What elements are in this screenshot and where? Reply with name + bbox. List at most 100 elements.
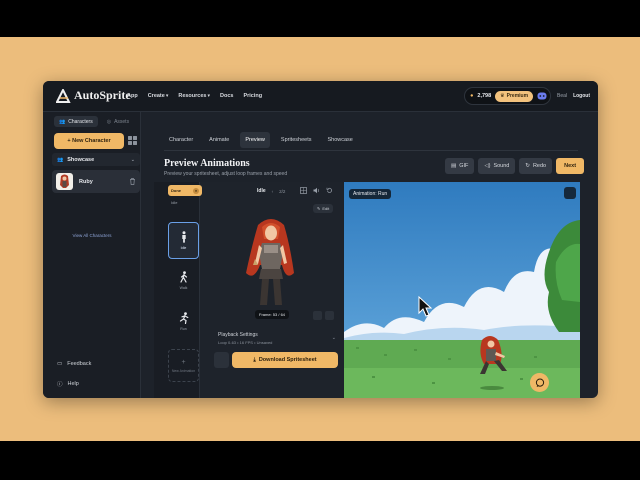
tab-spritesheets[interactable]: Spritesheets — [276, 132, 317, 148]
animation-scene: Animation: Run — [344, 182, 580, 398]
new-animation-button[interactable]: + New Animation — [168, 349, 199, 382]
new-character-button[interactable]: + New Character — [54, 133, 124, 149]
page-subtitle: Preview your spritesheet, adjust loop fr… — [164, 171, 288, 177]
credits-badge[interactable]: ● 2,798 ♛ Premium — [464, 87, 552, 105]
chevron-down-icon: ⌄ — [331, 335, 336, 341]
download-label: Download Spritesheet — [258, 357, 317, 363]
discord-icon[interactable] — [537, 92, 547, 100]
nav-right: ● 2,798 ♛ Premium Beal Logout — [464, 87, 590, 105]
redo-button[interactable]: ↻ Redo — [519, 158, 553, 174]
message-icon: ▭ — [57, 361, 63, 367]
animation-item-label: Idle — [180, 246, 187, 250]
close-icon[interactable]: × — [193, 187, 199, 194]
tab-characters[interactable]: 👥 Characters — [54, 116, 98, 127]
ruby-avatar-icon — [60, 174, 69, 188]
grid-view-icon[interactable] — [128, 136, 137, 145]
download-spritesheet-button[interactable]: ⤓ Download Spritesheet — [232, 352, 338, 368]
chat-icon — [535, 378, 544, 387]
edit-button[interactable]: ✎ Edit — [313, 204, 334, 213]
film-icon: ▤ — [451, 163, 457, 169]
page-title: Preview Animations — [164, 158, 250, 169]
nav-docs[interactable]: Docs — [220, 93, 233, 99]
trash-icon[interactable] — [129, 178, 136, 185]
next-button[interactable]: Next — [556, 158, 585, 174]
nav-pricing[interactable]: Pricing — [243, 93, 262, 99]
sound-button[interactable]: ◁) Sound — [478, 158, 516, 174]
feedback-link[interactable]: ▭ Feedback — [57, 361, 91, 367]
logo-mark-icon — [56, 88, 71, 103]
tab-character[interactable]: Character — [164, 132, 198, 148]
reset-icon[interactable] — [326, 187, 333, 194]
done-pill[interactable]: Done × — [168, 185, 202, 196]
preview-mini-controls — [313, 311, 334, 320]
tab-showcase[interactable]: Showcase — [322, 132, 357, 148]
scene-animation-label: Animation: Run — [349, 189, 392, 199]
help-label: Help — [67, 381, 79, 387]
users-icon: 👥 — [57, 156, 64, 163]
playback-summary: Loop 0-63 • 16 FPS • Unsaved — [218, 340, 273, 345]
chevron-down-icon: ⌄ — [130, 156, 135, 163]
chat-button[interactable] — [530, 373, 549, 392]
nav-resources[interactable]: Resources▾ — [178, 93, 210, 99]
animation-controls: Idle ‹ 2/2 — [257, 188, 285, 194]
grid-icon[interactable] — [300, 187, 307, 194]
nav-app[interactable]: App — [127, 93, 138, 99]
walk-icon — [179, 271, 187, 283]
tab-divider — [164, 150, 578, 151]
sidebar: 👥 Characters ◎ Assets + New Character 👥 Sh… — [43, 112, 141, 398]
chevron-left-icon[interactable]: ‹ — [272, 189, 274, 194]
redo-icon: ↻ — [525, 163, 530, 169]
credits-count: 2,798 — [477, 93, 492, 99]
tab-assets-label: Assets — [114, 118, 130, 125]
gif-button[interactable]: ▤ GIF — [445, 158, 475, 174]
scene-sound-toggle[interactable] — [564, 187, 576, 199]
animation-item-walk[interactable]: Walk — [168, 262, 199, 299]
tab-animate[interactable]: Animate — [204, 132, 234, 148]
speaker-icon[interactable] — [313, 187, 320, 194]
stand-icon — [181, 231, 186, 243]
current-animation: Idle — [257, 188, 266, 194]
pencil-icon: ✎ — [317, 206, 321, 211]
animation-item-idle[interactable]: Idle — [168, 222, 199, 259]
crown-icon: ♛ — [500, 93, 505, 99]
edit-label: Edit — [322, 206, 330, 211]
done-label: Done — [171, 188, 181, 193]
animation-group-label: Idle — [171, 200, 178, 205]
nav-create[interactable]: Create▾ — [148, 93, 169, 99]
tab-assets[interactable]: ◎ Assets — [102, 116, 134, 127]
scene-background — [344, 182, 580, 398]
download-icon: ⤓ — [253, 356, 256, 363]
coin-icon: ● — [470, 93, 474, 99]
feedback-label: Feedback — [67, 361, 92, 367]
avatar — [56, 173, 73, 190]
character-sprite — [246, 219, 294, 305]
view-all-characters-link[interactable]: View All Characters — [43, 233, 141, 238]
help-icon: ⓘ — [57, 382, 63, 388]
playback-settings[interactable]: Playback Settings Loop 0-63 • 16 FPS • U… — [218, 332, 338, 345]
sidebar-tabs: 👥 Characters ◎ Assets — [54, 116, 134, 127]
character-item-ruby[interactable]: Ruby — [52, 170, 140, 193]
character-name: Ruby — [79, 178, 93, 185]
main-tabs: Character Animate Preview Spritesheets S… — [164, 132, 358, 148]
speaker-icon[interactable] — [313, 311, 322, 320]
nav-resources-label: Resources — [178, 93, 207, 99]
preview-tools — [300, 187, 333, 194]
frame-counter: 2/2 — [279, 188, 286, 194]
expand-icon[interactable] — [325, 311, 334, 320]
tab-preview[interactable]: Preview — [240, 132, 270, 148]
sound-label: Sound — [493, 163, 510, 169]
animation-item-run[interactable]: Run — [168, 303, 199, 340]
new-animation-label: New Animation — [171, 368, 196, 373]
nav-links: App Create▾ Resources▾ Docs Pricing — [127, 93, 262, 99]
logo[interactable]: AutoSprite — [56, 88, 131, 103]
spritesheet-icon[interactable] — [214, 352, 229, 368]
logo-text: AutoSprite — [74, 88, 131, 102]
logout-button[interactable]: Logout — [573, 93, 590, 99]
showcase-group[interactable]: 👥 Showcase ⌄ — [52, 153, 140, 166]
animation-item-label: Run — [180, 327, 187, 331]
user-name[interactable]: Beal — [557, 93, 567, 99]
premium-badge[interactable]: ♛ Premium — [495, 90, 534, 102]
redo-label: Redo — [532, 163, 547, 169]
help-link[interactable]: ⓘ Help — [57, 380, 79, 388]
chevron-down-icon: ▾ — [207, 93, 210, 99]
